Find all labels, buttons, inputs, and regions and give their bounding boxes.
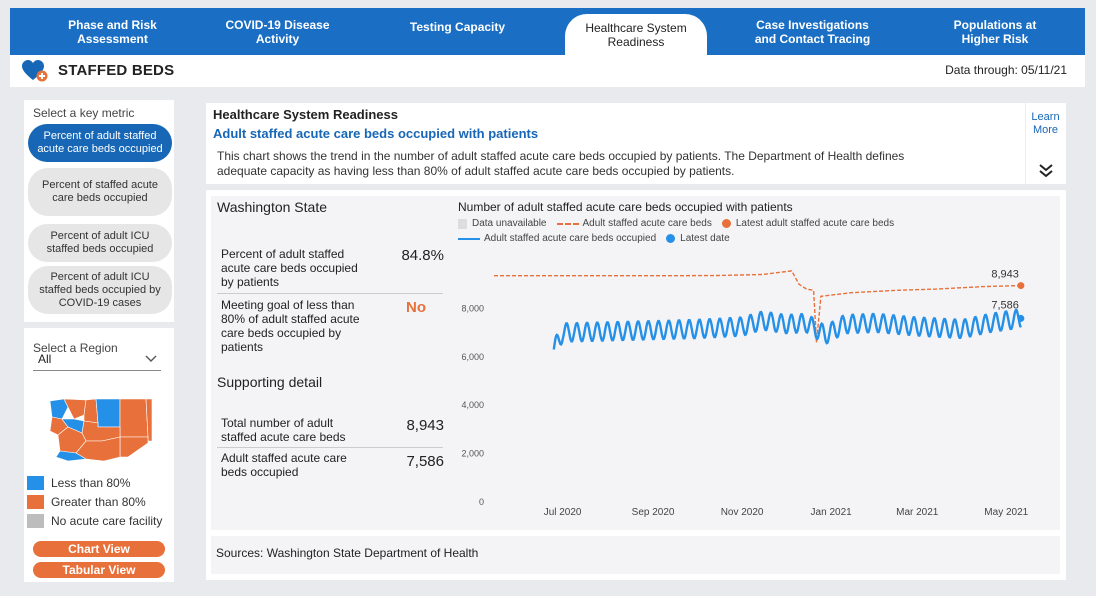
heart-plus-icon xyxy=(22,60,48,82)
goal-label: Meeting goal of less than 80% of adult s… xyxy=(221,298,360,354)
panel-divider xyxy=(24,322,174,328)
line-chart[interactable]: 0 2,000 4,000 6,000 8,000 Jul 2020 Sep 2020 Nov… xyxy=(454,196,1060,530)
series-line-occupied xyxy=(552,308,1022,350)
tab-case-investigations[interactable]: Case Investigations and Contact Tracing xyxy=(745,8,880,55)
legend-latest-staffed: Latest adult staffed acute care beds xyxy=(721,218,894,229)
chevron-down-icon xyxy=(145,355,157,362)
y-tick-label: 4,000 xyxy=(461,400,484,410)
tabular-view-button[interactable]: Tabular View xyxy=(33,562,165,578)
metric-adult-staffed-acute-care-button[interactable]: Percent of adult staffed acute care beds … xyxy=(28,124,172,162)
occupied-beds-value: 7,586 xyxy=(406,453,444,470)
legend-staffed-beds: Adult staffed acute care beds xyxy=(556,218,712,229)
region-dropdown[interactable]: All xyxy=(33,349,161,371)
learn-more-link[interactable]: Learn More xyxy=(1029,111,1062,137)
metric-adult-icu-covid-button[interactable]: Percent of adult ICU staffed beds occupie… xyxy=(28,266,172,314)
x-tick-label: Jan 2021 xyxy=(811,507,853,518)
legend-less-than-80: Less than 80% xyxy=(27,476,130,490)
x-tick-label: Sep 2020 xyxy=(632,507,675,518)
stat-divider xyxy=(217,447,443,448)
sources-footer: Sources: Washington State Department of … xyxy=(211,536,1060,574)
chart-legend-row-1: Data unavailable Adult staffed acute car… xyxy=(458,218,904,229)
legend-occupied-beds: Adult staffed acute care beds occupied xyxy=(458,233,656,244)
y-tick-label: 0 xyxy=(479,497,484,507)
y-tick-label: 2,000 xyxy=(461,449,484,459)
chart-title: Number of adult staffed acute care beds … xyxy=(458,200,793,214)
chart-legend-row-2: Adult staffed acute care beds occupied L… xyxy=(458,233,740,244)
legend-data-unavailable: Data unavailable xyxy=(458,218,547,229)
legend-no-facility: No acute care facility xyxy=(27,514,162,528)
washington-region-map[interactable] xyxy=(46,397,154,463)
top-nav: Phase and Risk Assessment COVID-19 Diseas… xyxy=(10,8,1085,55)
legend-greater-than-80: Greater than 80% xyxy=(27,495,146,509)
metric-adult-icu-button[interactable]: Percent of adult ICU staffed beds occupie… xyxy=(28,224,172,262)
pct-occupied-label: Percent of adult staffed acute care beds… xyxy=(221,247,358,289)
total-beds-label: Total number of adult staffed acute care… xyxy=(221,416,346,444)
description-separator xyxy=(1025,103,1026,184)
tab-testing-capacity[interactable]: Testing Capacity xyxy=(395,8,520,55)
description-subtitle: Adult staffed acute care beds occupied w… xyxy=(213,126,539,141)
x-tick-label: Mar 2021 xyxy=(896,507,939,518)
chart-view-button[interactable]: Chart View xyxy=(33,541,165,557)
latest-occupied-label: 7,586 xyxy=(991,299,1019,311)
header-bar: STAFFED BEDS Data through: 05/11/21 xyxy=(10,55,1085,87)
region-name: Washington State xyxy=(217,199,327,215)
x-tick-label: May 2021 xyxy=(984,507,1028,518)
y-tick-label: 8,000 xyxy=(461,303,484,313)
data-through-date: Data through: 05/11/21 xyxy=(945,63,1067,77)
page-title: STAFFED BEDS xyxy=(58,62,175,79)
double-chevron-down-icon[interactable] xyxy=(1038,162,1054,178)
description-text: This chart shows the trend in the number… xyxy=(217,149,905,178)
description-title: Healthcare System Readiness xyxy=(213,107,398,122)
sources-text: Sources: Washington State Department of … xyxy=(216,546,479,560)
description-card: Healthcare System Readiness Adult staffe… xyxy=(206,103,1066,184)
y-tick-label: 6,000 xyxy=(461,352,484,362)
main-card: Washington State Percent of adult staffe… xyxy=(206,190,1066,580)
stats-panel: Washington State Percent of adult staffe… xyxy=(211,196,454,530)
occupied-beds-label: Adult staffed acute care beds occupied xyxy=(221,451,347,479)
select-metric-label: Select a key metric xyxy=(33,106,135,120)
pct-occupied-value: 84.8% xyxy=(401,247,444,264)
stat-divider xyxy=(217,293,443,294)
tab-populations-at-higher-risk[interactable]: Populations at Higher Risk xyxy=(930,8,1060,55)
chart-panel: 0 2,000 4,000 6,000 8,000 Jul 2020 Sep 2020 Nov… xyxy=(454,196,1060,530)
legend-latest-date: Latest date xyxy=(666,233,730,244)
total-beds-value: 8,943 xyxy=(406,417,444,434)
legend-swatch-blue xyxy=(27,476,44,490)
region-dropdown-value: All xyxy=(38,352,52,366)
latest-point-staffed xyxy=(1017,282,1025,290)
legend-swatch-orange xyxy=(27,495,44,509)
x-tick-label: Nov 2020 xyxy=(721,507,764,518)
tab-covid-19-disease-activity[interactable]: COVID-19 Disease Activity xyxy=(215,8,340,55)
tab-phase-and-risk-assessment[interactable]: Phase and Risk Assessment xyxy=(50,8,175,55)
latest-point-occupied xyxy=(1017,314,1025,322)
latest-staffed-label: 8,943 xyxy=(991,269,1019,281)
x-tick-label: Jul 2020 xyxy=(544,507,582,518)
legend-swatch-gray xyxy=(27,514,44,528)
left-filter-panel: Select a key metric Percent of adult sta… xyxy=(24,100,174,582)
goal-value: No xyxy=(406,299,426,316)
supporting-detail-heading: Supporting detail xyxy=(217,374,323,390)
tab-healthcare-system-readiness[interactable]: Healthcare System Readiness xyxy=(565,14,707,55)
metric-staffed-acute-care-button[interactable]: Percent of staffed acute care beds occupi… xyxy=(28,168,172,216)
